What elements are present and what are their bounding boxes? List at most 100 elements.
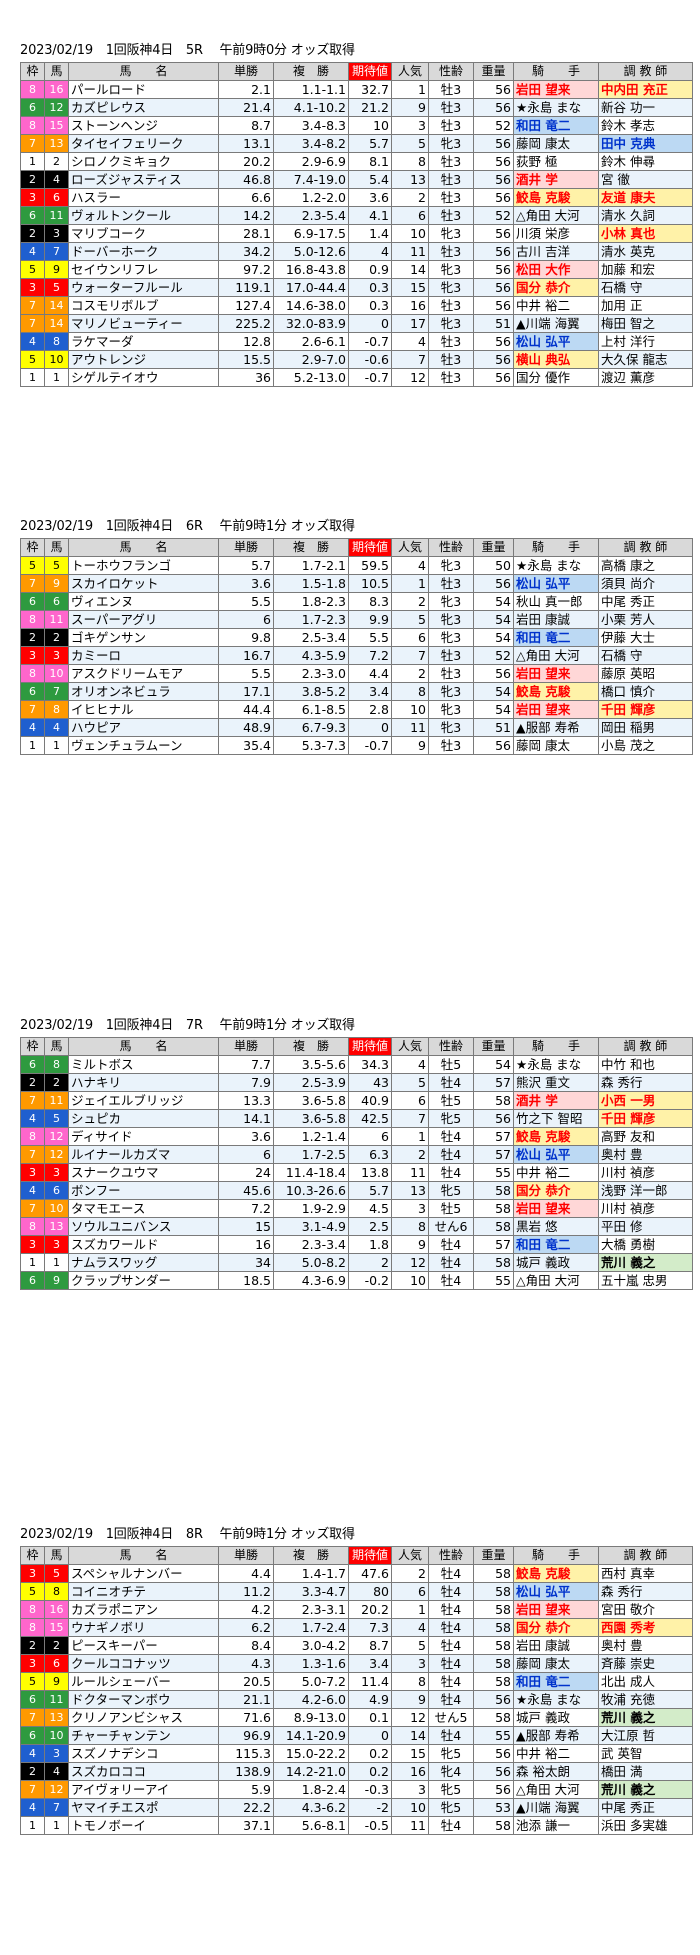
win-odds-cell: 15: [218, 1217, 274, 1236]
expected-value-cell: 59.5: [348, 556, 392, 575]
odds-table: 枠馬馬 名単勝複 勝期待値 人気 性齢 重量騎 手調 教 師 5 5 トーホウフランゴ 5.7…: [20, 538, 693, 755]
trainer-cell: 石橋 守: [598, 278, 693, 297]
trainer-cell: 藤原 英昭: [598, 664, 693, 683]
umaban-cell: 8: [44, 332, 69, 351]
horse-name-cell: トモノボーイ: [68, 1816, 219, 1835]
waku-cell: 8: [20, 1618, 45, 1637]
trainer-cell: 岡田 稲男: [598, 718, 693, 737]
weight-cell: 54: [473, 682, 514, 701]
place-odds-cell: 11.4-18.4: [273, 1163, 349, 1182]
horse-name-cell: クールココナッツ: [68, 1654, 219, 1673]
trainer-cell: 荒川 義之: [598, 1708, 693, 1727]
waku-cell: 1: [20, 152, 45, 171]
expected-value-cell: 6: [348, 1127, 392, 1146]
place-odds-cell: 14.6-38.0: [273, 296, 349, 315]
table-row: 3 5 ウォーターフルール 119.1 17.0-44.4 0.3 15 牝3 56 国分 恭介石…: [20, 278, 693, 297]
table-row: 8 15 ウナギノボリ 6.2 1.7-2.4 7.3 4 牡4 58 国分 恭介 西園 秀考: [20, 1618, 693, 1637]
header-weight: 重量: [473, 62, 514, 81]
sex-age-cell: 牝5: [428, 1744, 474, 1763]
popularity-cell: 14: [391, 260, 429, 279]
jockey-cell: 城戸 義政: [513, 1708, 599, 1727]
header-popularity: 人気: [391, 62, 429, 81]
header-weight: 重量: [473, 1037, 514, 1056]
table-row: 4 3 スズノナデシコ 115.3 15.0-22.2 0.2 15 牝5 56 中井 裕二武 英…: [20, 1744, 693, 1763]
umaban-cell: 12: [44, 98, 69, 117]
umaban-cell: 11: [44, 206, 69, 225]
weight-cell: 56: [473, 736, 514, 755]
table-row: 1 1 ナムラスワッグ 34 5.0-8.2 2 12 牡4 58 城戸 義政 荒川 義之: [20, 1253, 693, 1272]
header-row: 枠馬馬 名単勝複 勝期待値 人気 性齢 重量騎 手調 教 師: [20, 538, 693, 557]
weight-cell: 56: [473, 664, 514, 683]
umaban-cell: 14: [44, 296, 69, 315]
popularity-cell: 7: [391, 646, 429, 665]
place-odds-cell: 5.0-8.2: [273, 1253, 349, 1272]
trainer-cell: 北出 成人: [598, 1672, 693, 1691]
popularity-cell: 15: [391, 1744, 429, 1763]
horse-name-cell: ピースキーパー: [68, 1636, 219, 1655]
horse-name-cell: ヤマイチエスポ: [68, 1798, 219, 1817]
header-row: 枠馬馬 名単勝複 勝期待値 人気 性齢 重量騎 手調 教 師: [20, 1037, 693, 1056]
trainer-cell: 須貝 尚介: [598, 574, 693, 593]
horse-name-cell: ハナキリ: [68, 1073, 219, 1092]
horse-name-cell: ハスラー: [68, 188, 219, 207]
header-place-odds: 複 勝: [273, 538, 349, 557]
table-row: 5 10 アウトレンジ 15.5 2.9-7.0 -0.6 7 牡3 56 横山 典弘 大久保 龍志: [20, 350, 693, 369]
umaban-cell: 11: [44, 610, 69, 629]
popularity-cell: 8: [391, 1672, 429, 1691]
horse-name-cell: ヴェンチュラムーン: [68, 736, 219, 755]
place-odds-cell: 1.7-2.3: [273, 610, 349, 629]
expected-value-cell: 10.5: [348, 574, 392, 593]
table-row: 6 11 ドクターマンボウ 21.1 4.2-6.0 4.9 9 牡4 56 ★永島 まな 牧浦 充…: [20, 1690, 693, 1709]
jockey-cell: 酒井 学: [513, 1091, 599, 1110]
trainer-cell: 友道 康夫: [598, 188, 693, 207]
win-odds-cell: 15.5: [218, 350, 274, 369]
table-row: 7 12 ルイナールカズマ 6 1.7-2.5 6.3 2 牡4 57 松山 弘平 奥村 豊: [20, 1145, 693, 1164]
expected-value-cell: 9.9: [348, 610, 392, 629]
weight-cell: 52: [473, 206, 514, 225]
popularity-cell: 4: [391, 332, 429, 351]
horse-name-cell: スペシャルナンバー: [68, 1564, 219, 1583]
win-odds-cell: 13.1: [218, 134, 274, 153]
horse-name-cell: カズラポニアン: [68, 1600, 219, 1619]
jockey-cell: 和田 竜二: [513, 1235, 599, 1254]
jockey-cell: ★永島 まな: [513, 556, 599, 575]
jockey-cell: 鮫島 克駿: [513, 188, 599, 207]
win-odds-cell: 5.9: [218, 1780, 274, 1799]
weight-cell: 58: [473, 1600, 514, 1619]
sex-age-cell: 牡3: [428, 116, 474, 135]
sex-age-cell: 牡3: [428, 574, 474, 593]
waku-cell: 5: [20, 556, 45, 575]
waku-cell: 6: [20, 1726, 45, 1745]
waku-cell: 6: [20, 98, 45, 117]
waku-cell: 7: [20, 1780, 45, 1799]
popularity-cell: 2: [391, 1145, 429, 1164]
header-popularity: 人気: [391, 1546, 429, 1565]
jockey-cell: 荻野 極: [513, 152, 599, 171]
trainer-cell: 宮田 敬介: [598, 1600, 693, 1619]
jockey-cell: 藤岡 康太: [513, 736, 599, 755]
umaban-cell: 4: [44, 718, 69, 737]
umaban-cell: 2: [44, 1636, 69, 1655]
sex-age-cell: 牡3: [428, 170, 474, 189]
horse-name-cell: ルールシェーバー: [68, 1672, 219, 1691]
umaban-cell: 9: [44, 574, 69, 593]
waku-cell: 3: [20, 1654, 45, 1673]
sex-age-cell: 牝5: [428, 1798, 474, 1817]
umaban-cell: 1: [44, 736, 69, 755]
umaban-cell: 3: [44, 224, 69, 243]
horse-name-cell: ディサイド: [68, 1127, 219, 1146]
expected-value-cell: -0.6: [348, 350, 392, 369]
table-row: 8 16 パールロード 2.1 1.1-1.1 32.7 1 牡3 56 岩田 望来 中内田 充正: [20, 80, 693, 99]
sex-age-cell: せん5: [428, 1708, 474, 1727]
horse-name-cell: タマモエース: [68, 1199, 219, 1218]
horse-name-cell: ウォーターフルール: [68, 278, 219, 297]
popularity-cell: 8: [391, 152, 429, 171]
sex-age-cell: 牡3: [428, 80, 474, 99]
weight-cell: 57: [473, 1145, 514, 1164]
waku-cell: 7: [20, 574, 45, 593]
horse-name-cell: トーホウフランゴ: [68, 556, 219, 575]
waku-cell: 2: [20, 224, 45, 243]
sex-age-cell: 牡4: [428, 1672, 474, 1691]
expected-value-cell: 4: [348, 242, 392, 261]
sex-age-cell: 牡3: [428, 98, 474, 117]
